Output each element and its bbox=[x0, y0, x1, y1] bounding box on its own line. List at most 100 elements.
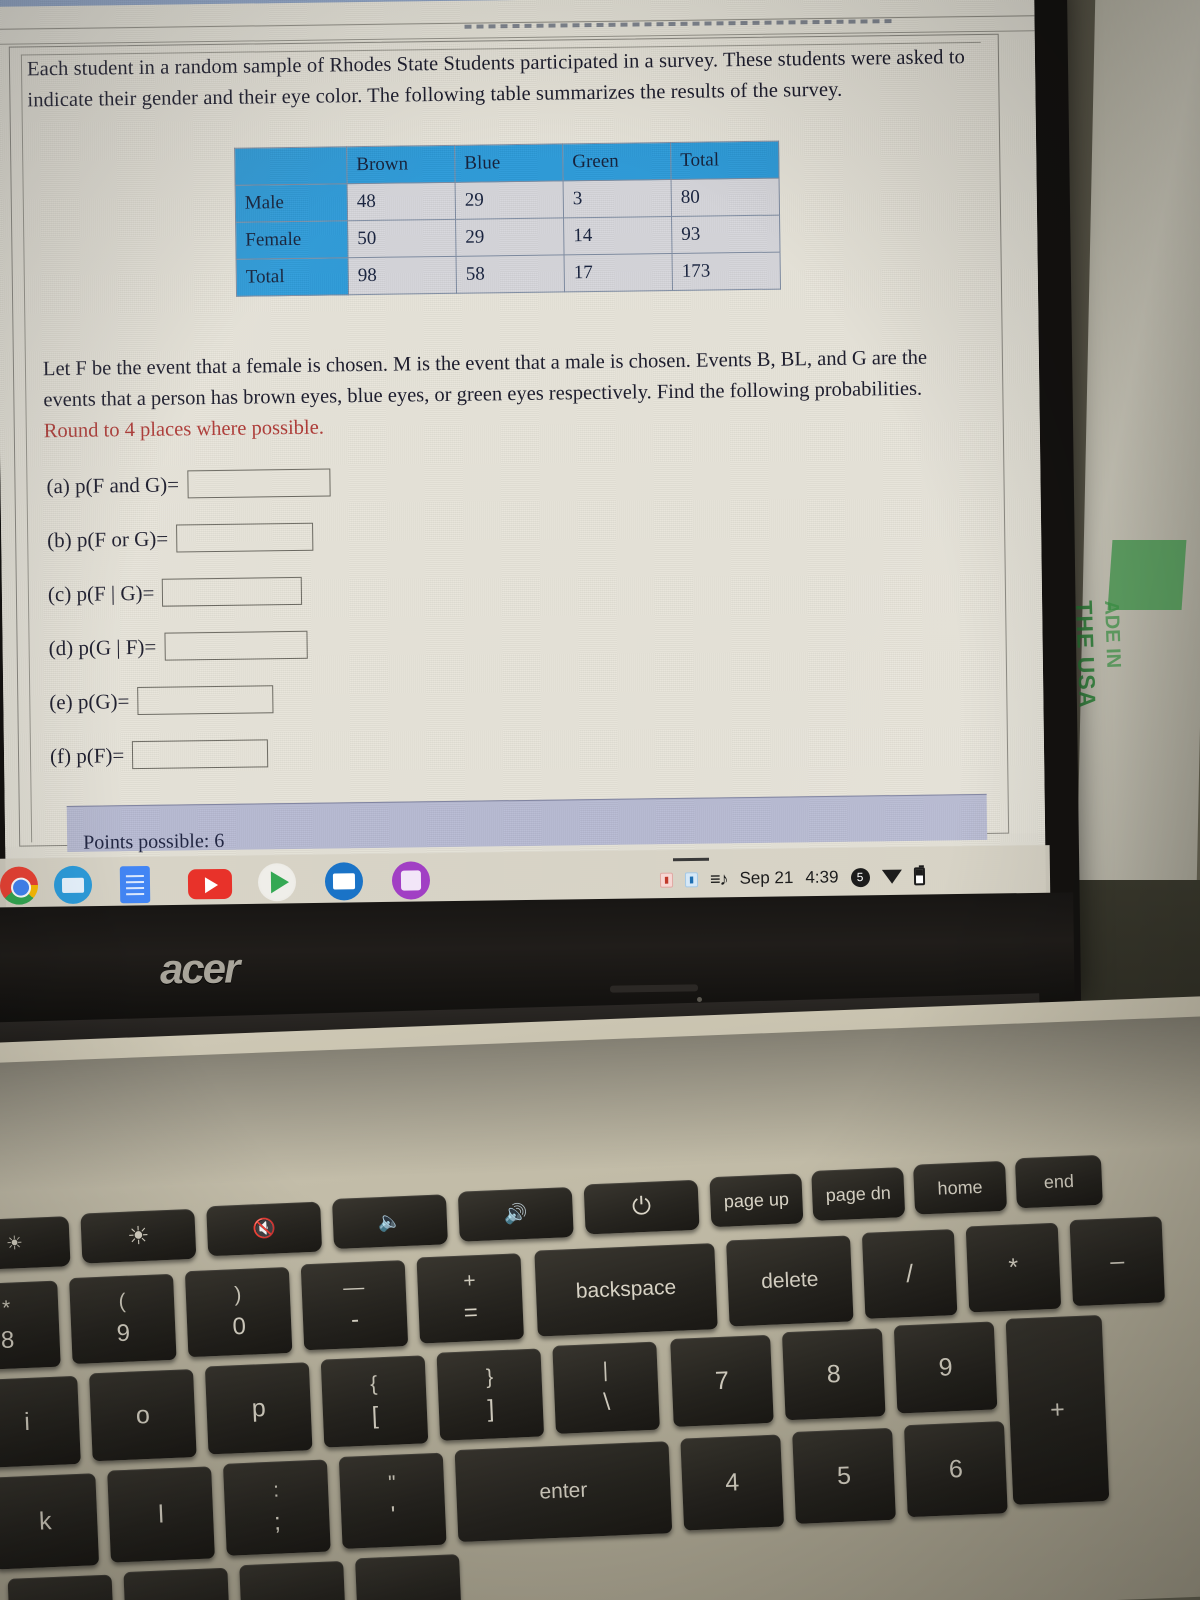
question-list: (a) p(F and G)= (b) p(F or G)= (c) p(F |… bbox=[46, 451, 650, 783]
answer-input-e[interactable] bbox=[137, 685, 274, 716]
key-quote[interactable]: " ' bbox=[338, 1452, 447, 1549]
key-period[interactable] bbox=[123, 1567, 231, 1600]
numpad-multiply-key[interactable]: * bbox=[965, 1222, 1062, 1313]
key-slash[interactable] bbox=[239, 1560, 347, 1600]
tab-indicator-red-icon[interactable]: ▮ bbox=[659, 872, 674, 888]
numpad-6-key[interactable]: 6 bbox=[903, 1421, 1008, 1518]
key-8-shift-label: * bbox=[1, 1296, 11, 1320]
media-playlist-icon[interactable]: ≡♪ bbox=[710, 868, 728, 889]
volume-down-key[interactable]: 🔈 bbox=[331, 1194, 448, 1250]
numpad-7-label: 7 bbox=[714, 1366, 730, 1395]
question-row-a: (a) p(F and G)= bbox=[46, 451, 647, 513]
answer-input-f[interactable] bbox=[132, 739, 269, 770]
youtube-icon[interactable] bbox=[187, 868, 233, 900]
key-minus-shift-label: — bbox=[342, 1275, 365, 1300]
cell-female-blue: 29 bbox=[455, 217, 565, 257]
end-label: end bbox=[1043, 1170, 1075, 1192]
key-p[interactable]: p bbox=[204, 1362, 313, 1455]
shelf-time[interactable]: 4:39 bbox=[805, 867, 838, 887]
numpad-9-label: 9 bbox=[938, 1352, 954, 1382]
numpad-7-key[interactable]: 7 bbox=[670, 1334, 774, 1427]
key-equals-label: = bbox=[463, 1299, 479, 1327]
question-label-f: (f) p(F)= bbox=[49, 742, 125, 768]
notification-count-badge[interactable]: 5 bbox=[850, 867, 870, 887]
table-corner-cell bbox=[234, 146, 348, 186]
delete-key[interactable]: delete bbox=[726, 1235, 854, 1327]
numpad-5-key[interactable]: 5 bbox=[792, 1427, 896, 1524]
files-icon[interactable] bbox=[53, 865, 93, 905]
row-header-female: Female bbox=[235, 220, 349, 260]
chrome-icon[interactable] bbox=[0, 866, 39, 905]
key-0[interactable]: ) 0 bbox=[184, 1266, 293, 1358]
acer-logo: acer bbox=[159, 944, 239, 993]
cell-female-total: 93 bbox=[671, 215, 781, 254]
key-brace-left-label: { bbox=[369, 1372, 378, 1396]
key-o[interactable]: o bbox=[89, 1369, 197, 1462]
key-backslash[interactable]: | \ bbox=[552, 1341, 660, 1434]
right-shift-key[interactable] bbox=[355, 1554, 462, 1600]
photos-icon[interactable] bbox=[391, 861, 431, 900]
key-i[interactable]: i bbox=[0, 1375, 81, 1469]
power-key[interactable]: ⏻ bbox=[583, 1179, 700, 1235]
page-down-key[interactable]: page dn bbox=[811, 1167, 906, 1221]
power-icon: ⏻ bbox=[631, 1192, 652, 1221]
survey-table: Brown Blue Green Total Male 48 29 3 80 F… bbox=[234, 141, 781, 297]
question-label-e: (e) p(G)= bbox=[49, 688, 130, 714]
mute-key[interactable]: 🔇 bbox=[206, 1201, 323, 1257]
key-l[interactable]: l bbox=[107, 1466, 215, 1563]
answer-input-b[interactable] bbox=[175, 522, 314, 553]
key-bracket-left[interactable]: { [ bbox=[320, 1355, 429, 1448]
answer-input-a[interactable] bbox=[186, 468, 331, 499]
key-equals[interactable]: + = bbox=[416, 1253, 525, 1344]
play-store-icon[interactable] bbox=[257, 862, 297, 902]
enter-key[interactable]: enter bbox=[454, 1441, 673, 1543]
numpad-divide-key[interactable]: / bbox=[861, 1229, 958, 1319]
numpad-minus-key[interactable]: – bbox=[1069, 1216, 1166, 1307]
numpad-4-key[interactable]: 4 bbox=[680, 1434, 785, 1531]
key-semicolon-label: ; bbox=[273, 1508, 282, 1536]
key-k[interactable]: k bbox=[0, 1473, 100, 1570]
question-row-b: (b) p(F or G)= bbox=[47, 505, 648, 567]
brightness-down-key[interactable]: ☀ bbox=[0, 1216, 71, 1271]
brightness-down-icon: ☀ bbox=[5, 1232, 24, 1255]
brightness-up-key[interactable]: ☀ bbox=[80, 1208, 197, 1264]
numpad-8-key[interactable]: 8 bbox=[781, 1328, 886, 1421]
numpad-minus-label: – bbox=[1109, 1246, 1125, 1276]
key-8[interactable]: * 8 bbox=[0, 1280, 61, 1371]
volume-up-key[interactable]: 🔊 bbox=[457, 1187, 574, 1242]
page-up-key[interactable]: page up bbox=[709, 1173, 804, 1228]
key-pipe-label: | bbox=[602, 1358, 609, 1382]
battery-icon[interactable] bbox=[913, 867, 925, 886]
key-minus[interactable]: — - bbox=[300, 1260, 409, 1351]
docs-icon[interactable] bbox=[119, 865, 151, 904]
numpad-9-key[interactable]: 9 bbox=[893, 1321, 998, 1414]
key-bracket-right[interactable]: } ] bbox=[436, 1348, 545, 1441]
survey-table-wrapper: Brown Blue Green Total Male 48 29 3 80 F… bbox=[234, 141, 781, 297]
answer-input-c[interactable] bbox=[162, 576, 303, 607]
question-label-b: (b) p(F or G)= bbox=[47, 526, 169, 552]
question-label-d: (d) p(G | F)= bbox=[48, 634, 157, 660]
wifi-icon[interactable] bbox=[881, 869, 902, 884]
key-0-shift-label: ) bbox=[233, 1282, 242, 1307]
chat-icon[interactable] bbox=[324, 862, 364, 901]
key-9[interactable]: ( 9 bbox=[69, 1273, 177, 1365]
numpad-plus-key[interactable]: + bbox=[1005, 1314, 1110, 1505]
shelf-date[interactable]: Sep 21 bbox=[739, 868, 793, 889]
backspace-key[interactable]: backspace bbox=[534, 1243, 718, 1337]
keyboard: ☀ ☀ 🔇 🔈 🔊 ⏻ page up page dn home end * 8… bbox=[0, 1122, 1200, 1600]
key-semicolon[interactable]: : ; bbox=[222, 1459, 331, 1556]
key-colon-label: : bbox=[272, 1478, 280, 1502]
home-label: home bbox=[937, 1176, 983, 1199]
key-comma[interactable] bbox=[7, 1574, 115, 1600]
instructions-text: Let F be the event that a female is chos… bbox=[42, 346, 928, 412]
key-brace-right-label: } bbox=[485, 1365, 494, 1389]
key-doublequote-label: " bbox=[387, 1471, 397, 1495]
tab-indicator-blue-icon[interactable]: ▮ bbox=[684, 871, 699, 887]
screen-dust-speck bbox=[697, 997, 702, 1002]
question-row-f: (f) p(F)= bbox=[50, 721, 651, 783]
row-header-total: Total bbox=[236, 257, 349, 297]
end-key[interactable]: end bbox=[1014, 1154, 1103, 1209]
column-header-total: Total bbox=[670, 141, 780, 180]
answer-input-d[interactable] bbox=[164, 630, 308, 661]
home-key[interactable]: home bbox=[913, 1160, 1008, 1215]
